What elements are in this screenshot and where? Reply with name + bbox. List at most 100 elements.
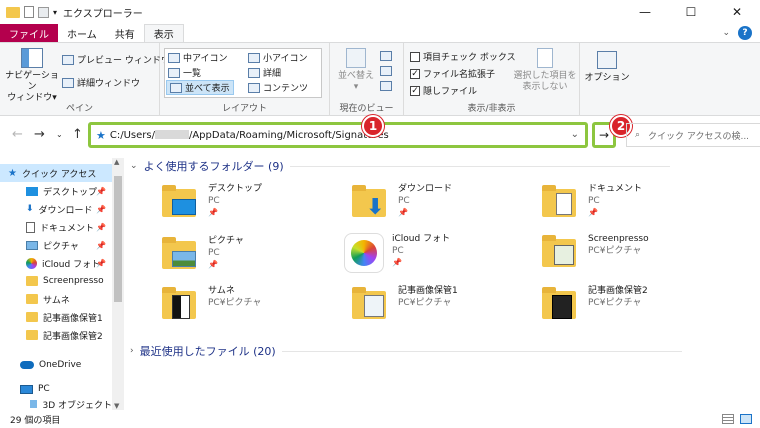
folder-tile-desktop[interactable]: デスクトップ PC 📌 (160, 183, 262, 223)
sidebar-item-icloud-photos[interactable]: iCloud フォト 📌 (0, 254, 112, 272)
maximize-button[interactable]: ☐ (668, 0, 714, 24)
scrollbar-thumb[interactable] (114, 176, 122, 302)
screenpresso-folder-icon (540, 233, 580, 273)
pictures-folder-icon (160, 235, 200, 275)
search-icon: ⌕ (635, 130, 641, 140)
sidebar-item-article-images-1[interactable]: 記事画像保管1 (0, 308, 112, 326)
size-columns-icon (380, 81, 392, 91)
list-icon (168, 67, 180, 78)
details-pane-button[interactable]: 詳細ウィンドウ (62, 76, 140, 89)
options-button[interactable]: オプション (584, 51, 630, 84)
sidebar-item-screenpresso[interactable]: Screenpresso (0, 272, 112, 290)
sidebar-item-pc[interactable]: PC (0, 380, 112, 398)
tab-home[interactable]: ホーム (58, 24, 106, 42)
frequent-folders-header[interactable]: ⌄ よく使用するフォルダー (9) (130, 158, 670, 174)
navigation-pane: ★ クイック アクセス デスクトップ 📌 ⬇ ダウンロード 📌 ドキュメント 📌… (0, 158, 124, 410)
cloud-icon (20, 361, 34, 369)
address-bar[interactable]: ★ C:/Users//AppData/Roaming/Microsoft/Si… (88, 122, 588, 148)
folder-tile-icloud-photos[interactable]: iCloud フォト PC 📌 (344, 233, 450, 273)
up-arrow-icon[interactable]: ↑ (72, 127, 83, 142)
content-icon (248, 82, 260, 93)
search-box[interactable]: ⌕ クイック アクセスの検... (626, 123, 760, 147)
recent-locations-icon[interactable]: ⌄ (56, 130, 63, 139)
scroll-down-icon[interactable]: ▼ (114, 402, 119, 410)
sidebar-item-quick-access[interactable]: ★ クイック アクセス (0, 164, 112, 182)
large-icons-view-icon[interactable] (740, 414, 752, 424)
minimize-button[interactable]: — (622, 0, 668, 24)
layout-tiles[interactable]: 並べて表示 (166, 80, 234, 95)
details-pane-icon (62, 77, 74, 88)
folder-tile-documents[interactable]: ドキュメント PC 📌 (540, 183, 642, 223)
item-checkbox-checkbox[interactable] (410, 51, 420, 62)
3d-objects-icon (30, 400, 38, 408)
go-arrow-icon: → (598, 128, 610, 142)
folder-tile-article-images-2[interactable]: 記事画像保管2 PC¥ピクチャ (540, 285, 648, 325)
size-columns-button[interactable] (380, 81, 392, 91)
add-columns-button[interactable] (380, 66, 392, 76)
sidebar-scrollbar[interactable]: ▲ ▼ (112, 158, 124, 410)
folder-tile-pictures[interactable]: ピクチャ PC 📌 (160, 235, 244, 275)
icloud-photos-app-icon (344, 233, 384, 273)
folder-tile-article-images-1[interactable]: 記事画像保管1 PC¥ピクチャ (350, 285, 458, 325)
file-extension-toggle[interactable]: ✓ ファイル名拡張子 (410, 67, 495, 80)
group-by-button[interactable] (380, 51, 392, 61)
details-view-icon[interactable] (722, 414, 734, 424)
folder-icon (26, 276, 38, 286)
desktop-folder-icon (160, 183, 200, 223)
sidebar-item-thumbnails[interactable]: サムネ (0, 290, 112, 308)
tab-file[interactable]: ファイル (0, 24, 58, 42)
pin-icon: 📌 (398, 208, 408, 217)
scroll-up-icon[interactable]: ▲ (114, 158, 119, 166)
recent-files-header[interactable]: › 最近使用したファイル (20) (130, 343, 682, 359)
pin-icon: 📌 (392, 258, 402, 267)
ribbon-expand-icon[interactable]: ⌄ (722, 28, 730, 38)
sidebar-item-pictures[interactable]: ピクチャ 📌 (0, 236, 112, 254)
file-extension-checkbox[interactable]: ✓ (410, 68, 420, 79)
folder-tile-thumbnails[interactable]: サムネ PC¥ピクチャ (160, 285, 261, 325)
forward-arrow-icon[interactable]: → (34, 127, 45, 142)
preview-pane-icon (62, 54, 74, 65)
help-icon[interactable]: ? (738, 26, 752, 40)
sidebar-item-downloads[interactable]: ⬇ ダウンロード 📌 (0, 200, 112, 218)
show-hide-group-label: 表示/非表示 (467, 104, 516, 114)
folder-tile-screenpresso[interactable]: Screenpresso PC¥ピクチャ (540, 233, 649, 273)
address-dropdown-icon[interactable]: ⌄ (571, 129, 579, 140)
layout-details[interactable]: 詳細 (248, 66, 281, 79)
layout-list[interactable]: 一覧 (168, 66, 201, 79)
hidden-files-checkbox[interactable]: ✓ (410, 85, 420, 96)
new-folder-icon[interactable] (38, 6, 49, 18)
layout-medium-icons[interactable]: 中アイコン (168, 51, 228, 64)
sort-button[interactable]: 並べ替え ▾ (336, 48, 376, 93)
properties-icon[interactable] (24, 6, 34, 18)
download-arrow-icon: ⬇ (26, 204, 34, 214)
item-checkbox-toggle[interactable]: 項目チェック ボックス (410, 50, 516, 63)
search-placeholder: クイック アクセスの検... (648, 131, 750, 142)
sidebar-item-desktop[interactable]: デスクトップ 📌 (0, 182, 112, 200)
tab-share[interactable]: 共有 (106, 24, 144, 42)
sidebar-item-3d-objects[interactable]: 3D オブジェクト (0, 398, 112, 410)
article-images-1-folder-icon (350, 285, 390, 325)
small-icons-icon (248, 52, 260, 63)
sort-icon (346, 48, 366, 68)
preview-pane-button[interactable]: プレビュー ウィンドウ (62, 53, 170, 66)
pin-icon: 📌 (96, 222, 106, 232)
back-arrow-icon[interactable]: ← (12, 127, 23, 142)
redacted-username (154, 130, 189, 139)
hidden-files-toggle[interactable]: ✓ 隠しファイル (410, 84, 477, 97)
qat-dropdown-icon[interactable]: ▾ (53, 8, 57, 17)
sidebar-item-article-images-2[interactable]: 記事画像保管2 (0, 326, 112, 344)
sidebar-item-onedrive[interactable]: OneDrive (0, 356, 112, 374)
layout-small-icons[interactable]: 小アイコン (248, 51, 308, 64)
folder-icon (26, 330, 38, 340)
folder-tile-downloads[interactable]: ⬇ ダウンロード PC 📌 (350, 183, 452, 223)
tab-view[interactable]: 表示 (143, 24, 184, 42)
hide-selected-button[interactable]: 選択した項目を 表示しない (512, 48, 578, 93)
pictures-icon (26, 240, 38, 250)
sidebar-item-documents[interactable]: ドキュメント 📌 (0, 218, 112, 236)
folder-icon (6, 6, 20, 18)
pin-icon: 📌 (208, 208, 218, 217)
close-button[interactable]: ✕ (714, 0, 760, 24)
navigation-pane-button[interactable]: ナビゲーション ウィンドウ▾ (4, 48, 60, 104)
layout-content[interactable]: コンテンツ (248, 81, 308, 94)
item-count: 29 個の項目 (10, 415, 61, 426)
